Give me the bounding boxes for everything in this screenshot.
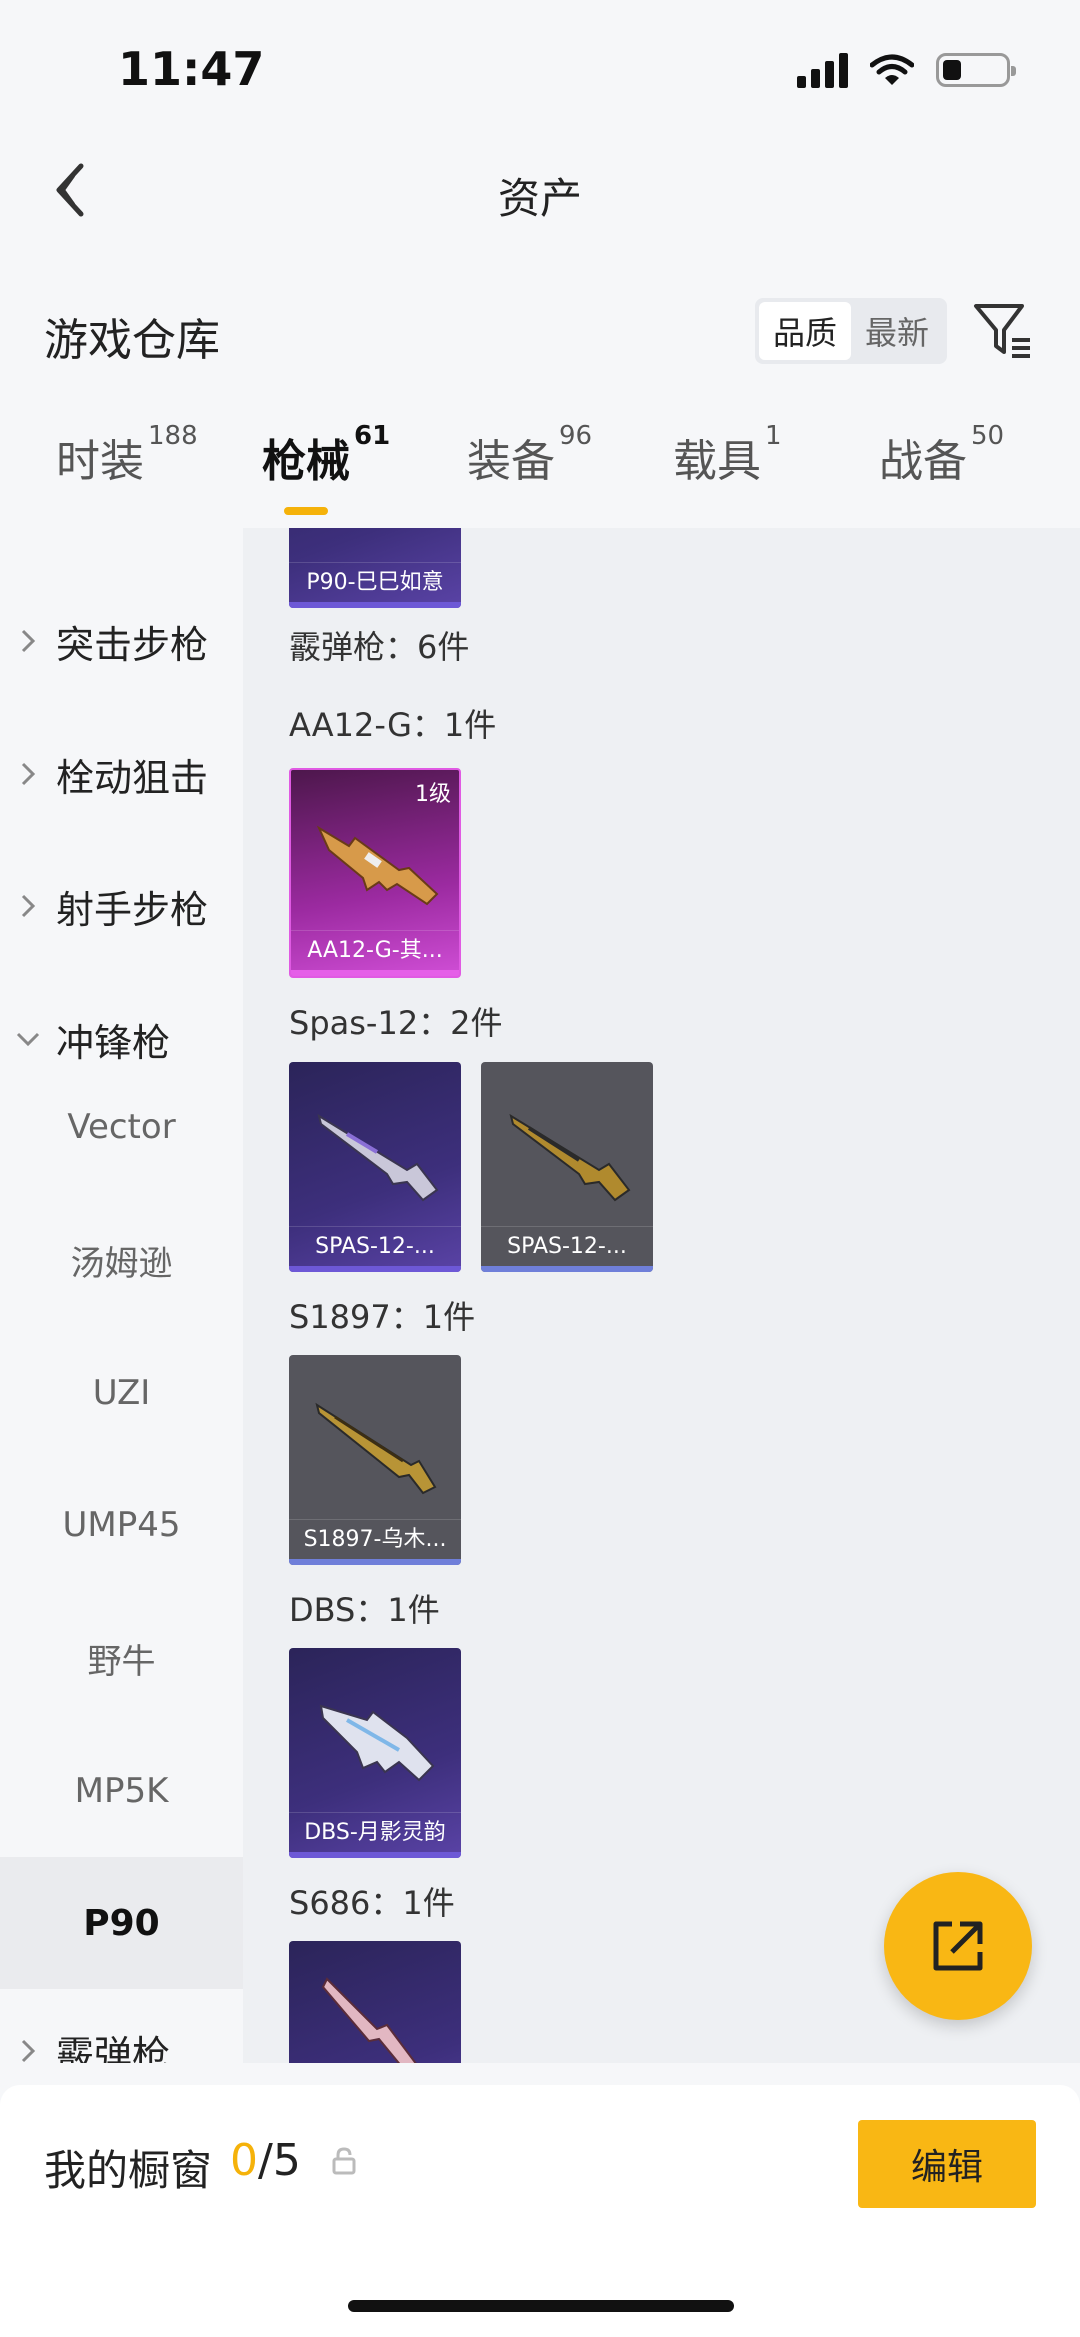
sidebar-sub-thompson[interactable]: 汤姆逊	[0, 1194, 243, 1326]
status-bar: 11:47	[0, 0, 1080, 135]
nav-bar: 资产	[0, 135, 1080, 245]
chevron-right-icon	[0, 2038, 56, 2063]
showcase-count: 0/5	[230, 2135, 301, 2186]
page-title: 资产	[497, 174, 582, 223]
group-label: S686：1件	[289, 1884, 455, 1922]
sidebar-item-label: 霰弹枪	[56, 2032, 171, 2064]
sidebar-sub-vector[interactable]: Vector	[0, 1061, 243, 1193]
weapon-image	[321, 1977, 417, 2063]
filter-button[interactable]	[970, 298, 1036, 364]
group-label: AA12-G：1件	[289, 706, 497, 744]
tab-supplies[interactable]: 战备 50	[879, 421, 1004, 489]
tab-vehicles[interactable]: 载具 1	[673, 421, 782, 489]
category-tabs: 时装 188 枪械 61 装备 96 载具 1 战备 50	[0, 421, 1080, 525]
sort-option-quality[interactable]: 品质	[759, 302, 851, 360]
share-icon	[933, 1921, 983, 1971]
weapon-card[interactable]: S1897-乌木...	[289, 1355, 461, 1565]
weapon-image	[315, 1402, 437, 1495]
tab-fashion[interactable]: 时装 188	[56, 421, 198, 489]
weapon-category-sidebar: 突击步枪 栓动狙击 射手步枪 冲锋枪 Vector 汤姆逊 UZI UMP45 …	[0, 528, 243, 2063]
edit-button[interactable]: 编辑	[858, 2120, 1036, 2208]
weapon-card-name: SPAS-12-...	[481, 1226, 653, 1266]
share-button[interactable]	[884, 1872, 1032, 2020]
category-summary: 霰弹枪：6件	[289, 628, 470, 666]
battery-icon	[936, 53, 1016, 87]
chevron-right-icon	[0, 628, 56, 654]
section-header: 游戏仓库 品质 最新	[0, 280, 1080, 380]
group-label: Spas-12：2件	[289, 1004, 503, 1042]
tab-equipment[interactable]: 装备 96	[467, 421, 592, 489]
showcase-used-count: 0	[230, 2135, 258, 2186]
chevron-right-icon	[0, 893, 56, 919]
active-tab-indicator	[284, 507, 328, 515]
showcase-total-count: /5	[258, 2135, 301, 2186]
chevron-right-icon	[0, 761, 56, 787]
weapon-card[interactable]: P90-巳巳如意	[289, 528, 461, 608]
status-icons	[797, 52, 1016, 88]
sort-option-newest[interactable]: 最新	[851, 302, 943, 360]
weapon-grid: P90-巳巳如意 霰弹枪：6件 AA12-G：1件 1级 AA12-G-其...…	[243, 528, 1080, 2063]
filter-icon	[974, 304, 1030, 358]
sidebar-sub-ump45[interactable]: UMP45	[0, 1459, 243, 1591]
weapon-image	[509, 1113, 631, 1202]
status-time: 11:47	[118, 42, 265, 96]
weapon-card[interactable]: SPAS-12-...	[289, 1062, 461, 1272]
section-title: 游戏仓库	[44, 315, 220, 366]
sidebar-item-assault-rifle[interactable]: 突击步枪	[0, 596, 243, 686]
sidebar-item-label: 射手步枪	[56, 887, 209, 932]
lock-icon	[332, 2147, 356, 2175]
tab-weapons[interactable]: 枪械 61	[262, 421, 390, 489]
sidebar-item-shotgun[interactable]: 霰弹枪	[0, 2006, 243, 2063]
home-indicator	[348, 2300, 734, 2312]
weapon-card[interactable]: 1级 AA12-G-其...	[289, 768, 461, 978]
weapon-card-name: S1897-乌木...	[289, 1519, 461, 1559]
sidebar-sub-mp5k[interactable]: MP5K	[0, 1725, 243, 1857]
weapon-card-name: P90-巳巳如意	[289, 562, 461, 602]
group-label: DBS：1件	[289, 1591, 440, 1629]
weapon-card[interactable]: SPAS-12-...	[481, 1062, 653, 1272]
weapon-image	[316, 825, 439, 906]
sidebar-item-marksman-rifle[interactable]: 射手步枪	[0, 861, 243, 951]
sort-toggle: 品质 最新	[755, 298, 947, 364]
sidebar-item-label: 栓动狙击	[56, 755, 209, 800]
wifi-icon	[870, 54, 914, 85]
weapon-card-name: AA12-G-其...	[291, 930, 459, 970]
sidebar-sub-uzi[interactable]: UZI	[0, 1327, 243, 1459]
group-label: S1897：1件	[289, 1298, 476, 1336]
sidebar-sub-bizon[interactable]: 野牛	[0, 1592, 243, 1724]
sidebar-item-label: 突击步枪	[56, 622, 209, 667]
showcase-title: 我的橱窗	[44, 2146, 213, 2195]
sidebar-item-label: 冲锋枪	[56, 1020, 171, 1065]
signal-icon	[797, 52, 848, 88]
weapon-card[interactable]: DBS-月影灵韵	[289, 1648, 461, 1858]
sidebar-item-bolt-sniper[interactable]: 栓动狙击	[0, 729, 243, 819]
weapon-card[interactable]	[289, 1941, 461, 2063]
weapon-image	[317, 1113, 439, 1202]
weapon-card-name: DBS-月影灵韵	[289, 1812, 461, 1852]
weapon-card-name: SPAS-12-...	[289, 1226, 461, 1266]
weapon-image	[319, 1704, 435, 1782]
sidebar-sub-p90[interactable]: P90	[0, 1857, 243, 1989]
chevron-down-icon	[0, 1031, 56, 1047]
